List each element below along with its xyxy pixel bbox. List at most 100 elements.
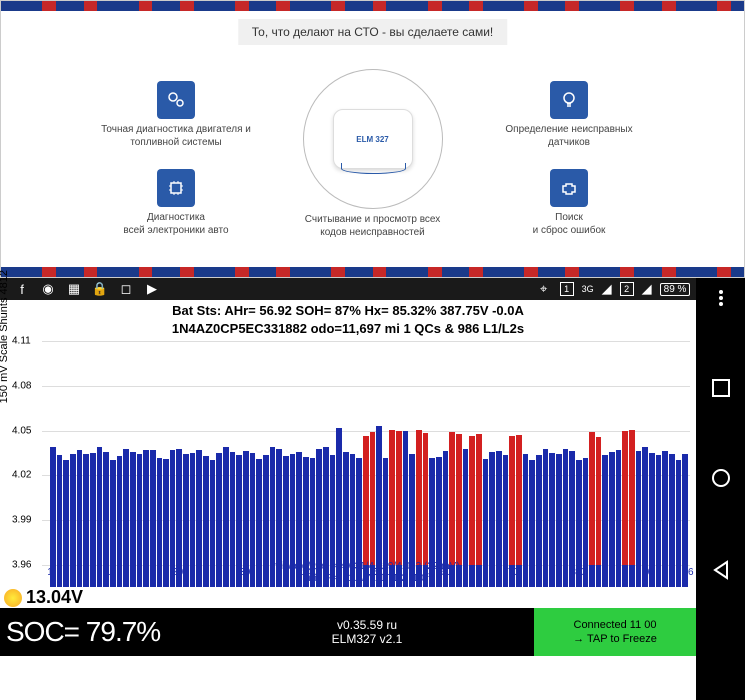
leafspy-app-screen[interactable]: Bat Sts: AHr= 56.92 SOH= 87% Hx= 85.32% … xyxy=(0,300,696,700)
cell-bar xyxy=(336,428,342,565)
bluetooth-icon: ⌖ xyxy=(536,281,552,297)
cell-bar xyxy=(350,454,356,565)
feature-text: Определение неисправных датчиков xyxy=(489,123,649,149)
youtube-icon[interactable]: ▶ xyxy=(144,281,160,297)
cell-bar xyxy=(376,426,382,565)
cell-bar xyxy=(669,454,675,565)
cell-bar xyxy=(476,434,482,565)
network-type: 3G xyxy=(582,284,594,294)
cell-bar xyxy=(543,449,549,565)
cell-bar xyxy=(70,454,76,566)
cell-bar xyxy=(343,452,349,565)
cell-bar xyxy=(556,454,562,565)
feature-text: Точная диагностика двигателя и топливной… xyxy=(96,123,256,149)
cell-bar xyxy=(143,450,149,565)
sim1-indicator: 1 xyxy=(560,282,574,296)
feature-bottom-right: Поиски сброс ошибок xyxy=(489,169,649,237)
cell-bar xyxy=(210,460,216,565)
cell-bar xyxy=(609,452,615,565)
cell-bar xyxy=(283,456,289,565)
cell-bar xyxy=(170,450,176,565)
cell-bar xyxy=(642,447,648,565)
cell-bar xyxy=(583,458,589,565)
recent-apps-button[interactable] xyxy=(712,379,730,397)
lock-icon: 🔒 xyxy=(92,281,108,297)
cell-bar xyxy=(190,453,196,565)
cell-bar xyxy=(290,454,296,565)
cell-bar xyxy=(416,430,422,565)
cell-bar xyxy=(363,436,369,565)
soc-readout[interactable]: SOC= 79.7% xyxy=(0,608,200,656)
cell-bar xyxy=(163,459,169,565)
cell-voltage-chart[interactable]: 150 mV Scale Shunts 4812 3.963.994.024.0… xyxy=(42,341,690,587)
cell-bar xyxy=(323,447,329,565)
cell-bar xyxy=(629,430,635,565)
cell-bar xyxy=(536,455,542,565)
battery-stats-header: Bat Sts: AHr= 56.92 SOH= 87% Hx= 85.32% … xyxy=(0,300,696,337)
feature-top-right: Определение неисправных датчиков xyxy=(489,81,649,149)
sim2-indicator: 2 xyxy=(620,282,634,296)
cell-bar xyxy=(270,447,276,565)
cell-bar xyxy=(569,451,575,565)
cell-bar xyxy=(656,455,662,565)
overflow-menu-icon[interactable] xyxy=(719,290,723,306)
cell-bar xyxy=(576,460,582,566)
cell-bar xyxy=(103,452,109,565)
cell-bar xyxy=(596,437,602,565)
cell-bar xyxy=(356,458,362,565)
cell-bar xyxy=(50,447,56,565)
cell-bar xyxy=(110,460,116,565)
cell-bar xyxy=(503,455,509,565)
cell-bar xyxy=(263,455,269,565)
cell-bar xyxy=(496,451,502,565)
signal-icon-2: ◢ xyxy=(642,281,652,297)
cell-bar xyxy=(137,454,143,565)
cell-bar xyxy=(296,452,302,566)
connection-status-button[interactable]: Connected 11 00 → TAP to Freeze xyxy=(534,608,696,656)
decorative-stripe-bottom xyxy=(1,267,744,277)
cell-bar xyxy=(63,460,69,565)
cell-bar xyxy=(230,452,236,565)
cell-bar xyxy=(469,436,475,565)
viber-icon[interactable]: ◉ xyxy=(40,281,56,297)
cell-bar xyxy=(396,431,402,565)
app-icon[interactable]: ▦ xyxy=(66,281,82,297)
version-info[interactable]: v0.35.59 ru ELM327 v2.1 xyxy=(200,608,534,656)
cell-bar xyxy=(130,452,136,565)
cell-bar xyxy=(516,435,522,565)
cell-bar xyxy=(330,455,336,565)
cell-bar xyxy=(57,455,63,565)
cell-bar xyxy=(123,449,129,565)
advertisement-panel: То, что делают на СТО - вы сделаете сами… xyxy=(0,0,745,278)
cell-bar xyxy=(117,456,123,565)
gears-icon xyxy=(157,81,195,119)
cell-bar xyxy=(303,457,309,565)
cell-bar xyxy=(509,436,515,565)
battery-percentage: 89 % xyxy=(660,283,691,296)
cell-bar xyxy=(549,453,555,566)
chip-icon xyxy=(157,169,195,207)
cell-bar xyxy=(489,452,495,565)
cell-bar xyxy=(589,432,595,565)
back-button[interactable] xyxy=(711,560,731,580)
feature-text: Диагностикавсей электроники авто xyxy=(123,211,228,237)
cell-bar xyxy=(409,454,415,565)
chart-stats-overlay: min/avg/max = 4.031/4.039/4.053 (22 mV) … xyxy=(272,561,459,585)
cell-bar xyxy=(443,451,449,565)
cell-bar xyxy=(463,449,469,565)
cell-bar xyxy=(216,453,222,565)
engine-icon xyxy=(550,169,588,207)
app-footer: SOC= 79.7% v0.35.59 ru ELM327 v2.1 Conne… xyxy=(0,608,696,656)
cell-bar xyxy=(223,447,229,565)
android-status-bar: f ◉ ▦ 🔒 ◻ ▶ ⌖ 1 3G ◢ 2 ◢ 89 % 15:12 xyxy=(0,278,745,300)
bulb-icon[interactable] xyxy=(4,589,22,607)
cell-bar xyxy=(682,454,688,565)
instagram-icon[interactable]: ◻ xyxy=(118,281,134,297)
feature-top-left: Точная диагностика двигателя и топливной… xyxy=(96,81,256,149)
cell-bar xyxy=(523,454,529,565)
facebook-icon[interactable]: f xyxy=(14,281,30,297)
cell-bar xyxy=(483,459,489,565)
decorative-stripe-top xyxy=(1,1,744,11)
bat-stats-line1: Bat Sts: AHr= 56.92 SOH= 87% Hx= 85.32% … xyxy=(0,302,696,320)
home-button[interactable] xyxy=(712,469,730,487)
